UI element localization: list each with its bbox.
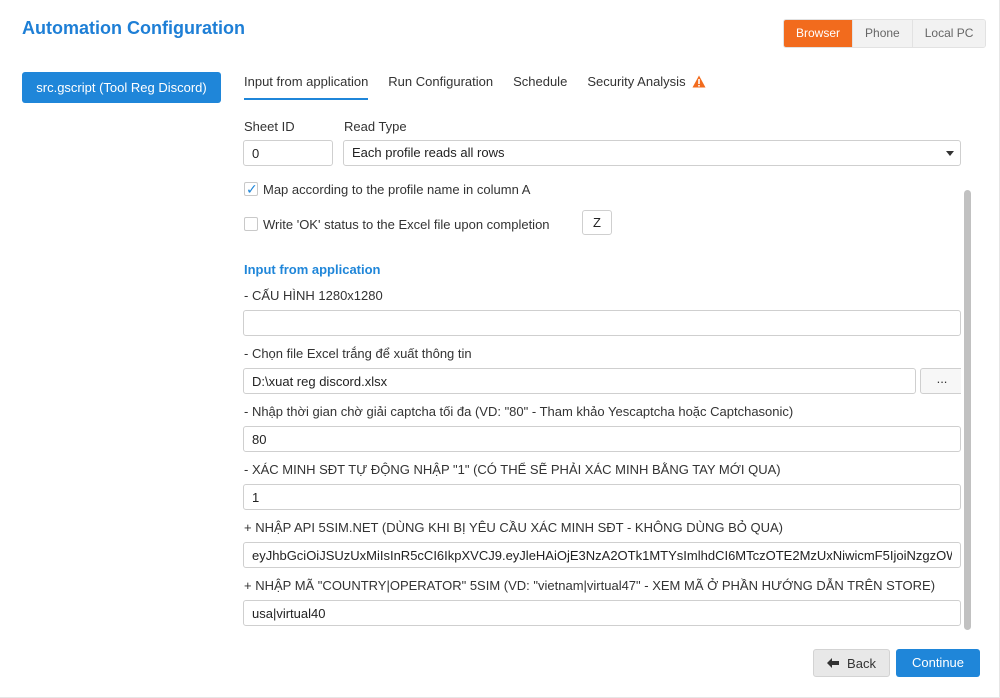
tab-label: Security Analysis [587, 74, 686, 89]
phone-verify-input[interactable] [243, 484, 961, 510]
continue-button[interactable]: Continue [896, 649, 980, 677]
section-title: Input from application [244, 262, 381, 277]
read-type-value: Each profile reads all rows [352, 145, 505, 160]
captcha-timeout-input[interactable] [243, 426, 961, 452]
write-ok-checkbox[interactable] [244, 217, 258, 231]
read-type-label: Read Type [344, 119, 407, 134]
tab-label: Schedule [513, 74, 568, 89]
write-ok-column-input[interactable]: Z [582, 210, 612, 235]
checkmark-icon: ✓ [246, 181, 258, 197]
field-label-config: - CẤU HÌNH 1280x1280 [244, 288, 383, 303]
tab-security-analysis[interactable]: Security Analysis [587, 74, 706, 100]
config-input[interactable] [243, 310, 961, 336]
field-label-5sim-api: + NHẬP API 5SIM.NET (DÙNG KHI BỊ YÊU CẦU… [244, 520, 783, 535]
back-button[interactable]: Back [813, 649, 890, 677]
map-profile-checkbox[interactable]: ✓ [244, 181, 258, 197]
5sim-api-input[interactable] [243, 542, 961, 568]
sheet-id-input[interactable] [243, 140, 333, 166]
warning-icon [692, 75, 706, 88]
scrollbar-thumb[interactable] [964, 190, 971, 630]
tab-input-from-application[interactable]: Input from application [244, 74, 369, 100]
page-title: Automation Configuration [22, 18, 245, 38]
tab-bar: Input from application Run Configuration… [244, 74, 726, 100]
field-label-captcha-timeout: - Nhập thời gian chờ giải captcha tối đa… [244, 404, 794, 419]
mode-browser-button[interactable]: Browser [784, 20, 853, 47]
form-scrollbar[interactable] [964, 190, 971, 630]
mode-phone-button[interactable]: Phone [852, 20, 912, 47]
script-selector-button[interactable]: src.gscript (Tool Reg Discord) [22, 72, 221, 103]
form-scroll-area: Sheet ID Read Type Each profile reads al… [243, 112, 961, 632]
map-profile-label: Map according to the profile name in col… [263, 182, 531, 197]
country-operator-input[interactable] [243, 600, 961, 626]
mode-switcher: Browser Phone Local PC [783, 19, 987, 48]
field-label-phone-verify: - XÁC MINH SĐT TỰ ĐỘNG NHẬP "1" (CÓ THỂ … [244, 462, 781, 477]
chevron-down-icon [946, 151, 954, 156]
mode-local-pc-button[interactable]: Local PC [911, 20, 986, 47]
browse-file-button[interactable]: ... [920, 368, 961, 394]
tab-run-configuration[interactable]: Run Configuration [388, 74, 493, 100]
sheet-id-label: Sheet ID [244, 119, 295, 134]
field-label-country-operator: + NHẬP MÃ "COUNTRY|OPERATOR" 5SIM (VD: "… [244, 578, 936, 593]
field-label-excel-file: - Chọn file Excel trắng để xuất thông ti… [244, 346, 472, 361]
app-window: Automation Configuration Browser Phone L… [0, 0, 1000, 698]
excel-file-input[interactable] [243, 368, 916, 394]
tab-label: Run Configuration [388, 74, 494, 89]
write-ok-label: Write 'OK' status to the Excel file upon… [263, 217, 550, 232]
arrow-left-icon [827, 658, 840, 668]
back-label: Back [847, 655, 876, 671]
tab-schedule[interactable]: Schedule [513, 74, 567, 100]
tab-label: Input from application [244, 74, 369, 89]
read-type-select[interactable]: Each profile reads all rows [343, 140, 961, 166]
